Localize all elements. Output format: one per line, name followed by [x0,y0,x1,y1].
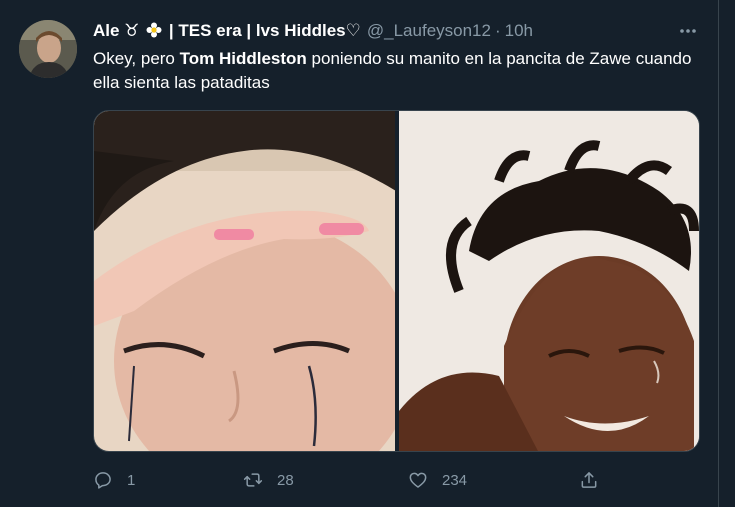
like-button[interactable]: 234 [408,468,467,492]
avatar[interactable] [19,20,77,78]
like-icon [409,472,427,488]
display-name-prefix: Ale ♉︎ [93,21,140,40]
media-photo-right[interactable] [398,111,699,451]
reply-icon [95,472,111,489]
display-name[interactable]: Ale ♉︎ | TES era | lvs Hiddles♡ [93,21,361,41]
flower-emoji-icon [146,22,162,38]
tweet-header: Ale ♉︎ | TES era | lvs Hiddles♡ @_Laufey… [93,20,533,42]
more-icon [680,29,696,33]
reply-button[interactable]: 1 [93,468,135,492]
retweet-icon [243,473,263,487]
share-button[interactable] [579,468,599,492]
tweet-text-start: Okey, pero [93,49,180,68]
retweet-button[interactable]: 28 [243,468,294,492]
like-count: 234 [442,471,468,489]
reply-count: 1 [127,471,136,489]
tweet[interactable]: Ale ♉︎ | TES era | lvs Hiddles♡ @_Laufey… [0,0,735,507]
tweet-media [93,110,700,452]
tweet-text-bold: Tom Hiddleston [179,49,307,68]
handle[interactable]: @_Laufeyson12 [367,21,491,41]
share-icon [581,472,597,488]
more-button[interactable] [676,20,700,42]
timeline-border [718,0,719,507]
display-name-suffix: | TES era | lvs Hiddles♡ [168,21,361,40]
retweet-count: 28 [277,471,294,489]
tweet-actions: 1 28 234 [93,468,613,492]
timestamp[interactable]: 10h [505,21,533,41]
media-photo-left[interactable] [94,111,395,451]
separator: · [494,21,501,40]
tweet-text: Okey, pero Tom Hiddleston poniendo su ma… [93,47,693,95]
